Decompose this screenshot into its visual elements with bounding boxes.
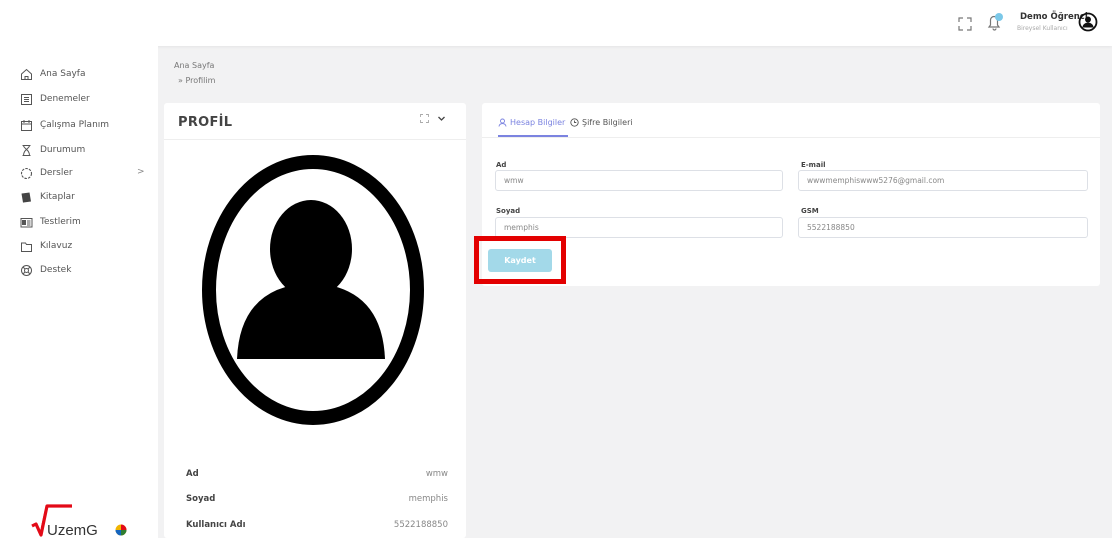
email-input[interactable]	[798, 170, 1088, 191]
profile-row-kullanici-adi: Kullanıcı Adı 5522188850	[178, 520, 456, 536]
logo-text: UzemG	[47, 522, 98, 538]
sidebar-item-label: Denemeler	[40, 94, 90, 104]
fullscreen-icon[interactable]	[958, 17, 972, 31]
sidebar-item-denemeler[interactable]: Denemeler	[20, 91, 90, 107]
user-icon	[498, 118, 507, 127]
breadcrumb-current: » Profilim	[178, 76, 216, 85]
sidebar-item-destek[interactable]: Destek	[20, 262, 71, 278]
chevron-down-icon[interactable]	[437, 114, 446, 123]
ad-label: Ad	[496, 161, 507, 169]
home-icon	[21, 68, 32, 80]
tab-hesap-bilgiler[interactable]: Hesap Bilgiler	[498, 118, 565, 127]
sidebar-item-label: Testlerim	[40, 217, 81, 227]
gsm-input[interactable]	[798, 217, 1088, 238]
sidebar-item-label: Durumum	[40, 145, 86, 155]
sidebar-item-label: Dersler	[40, 168, 73, 178]
sidebar-item-ana-sayfa[interactable]: Ana Sayfa	[20, 66, 85, 82]
sidebar-item-label: Ana Sayfa	[40, 69, 86, 79]
calendar-icon	[21, 119, 32, 131]
sidebar-item-label: Destek	[40, 265, 72, 275]
id-card-icon	[20, 217, 33, 227]
sidebar-item-durumum[interactable]: Durumum	[20, 142, 85, 158]
profile-card: PROFİL Ad wmw Soyad memphis Kullanıcı Ad…	[164, 103, 466, 538]
tab-label: Hesap Bilgiler	[510, 118, 566, 127]
profile-row-value: memphis	[408, 494, 448, 504]
profile-avatar-icon	[202, 155, 424, 425]
sidebar-item-label: Kitaplar	[40, 192, 75, 202]
book-icon	[21, 192, 31, 203]
folder-icon	[21, 242, 32, 252]
sidebar-item-label: Çalışma Planım	[40, 120, 110, 130]
top-bar: Demo Öğrenci Bireysel Kullanıcı	[0, 0, 1112, 46]
card-divider	[164, 139, 466, 140]
clock-icon	[570, 118, 579, 127]
profile-row-label: Ad	[186, 469, 199, 479]
profile-row-value: 5522188850	[393, 520, 448, 530]
gsm-label: GSM	[801, 207, 819, 215]
soyad-input[interactable]	[495, 217, 783, 238]
sidebar-item-label: Kılavuz	[40, 241, 73, 251]
chevron-right-icon[interactable]: >	[137, 167, 145, 177]
bell-icon[interactable]	[984, 11, 1006, 33]
sidebar-item-kilavuz[interactable]: Kılavuz	[20, 238, 72, 254]
profile-row-label: Kullanıcı Adı	[186, 520, 246, 530]
tab-label: Şifre Bilgileri	[582, 118, 633, 127]
sidebar-item-calisma-planim[interactable]: Çalışma Planım	[20, 117, 109, 133]
tab-divider	[482, 137, 1100, 138]
profile-row-soyad: Soyad memphis	[178, 494, 456, 510]
account-form-card: Hesap Bilgiler Şifre Bilgileri Ad E-mail…	[482, 103, 1100, 286]
circle-dashed-icon	[20, 167, 33, 179]
uzemgo-logo: UzemG	[31, 504, 127, 538]
user-avatar-icon[interactable]	[1078, 12, 1098, 32]
profile-row-label: Soyad	[186, 494, 216, 504]
tab-sifre-bilgileri[interactable]: Şifre Bilgileri	[570, 118, 633, 127]
document-icon	[21, 93, 32, 105]
email-label: E-mail	[801, 161, 826, 169]
breadcrumb-home[interactable]: Ana Sayfa	[174, 61, 214, 70]
card-tools	[420, 114, 446, 123]
sidebar: Ana Sayfa Denemeler Çalışma Planım Durum…	[0, 46, 158, 538]
highlight-box	[474, 236, 566, 284]
sidebar-item-kitaplar[interactable]: Kitaplar	[20, 189, 75, 205]
support-icon	[21, 264, 32, 276]
ad-input[interactable]	[495, 170, 783, 191]
user-role: Bireysel Kullanıcı	[1017, 25, 1068, 32]
profile-row-value: wmw	[425, 469, 448, 479]
soyad-label: Soyad	[496, 207, 521, 215]
sidebar-item-testlerim[interactable]: Testlerim	[20, 214, 81, 230]
expand-icon[interactable]	[420, 114, 429, 123]
hourglass-icon	[22, 144, 31, 156]
sidebar-item-dersler[interactable]: Dersler	[20, 165, 73, 181]
profile-row-ad: Ad wmw	[178, 469, 456, 485]
card-title: PROFİL	[178, 115, 233, 130]
